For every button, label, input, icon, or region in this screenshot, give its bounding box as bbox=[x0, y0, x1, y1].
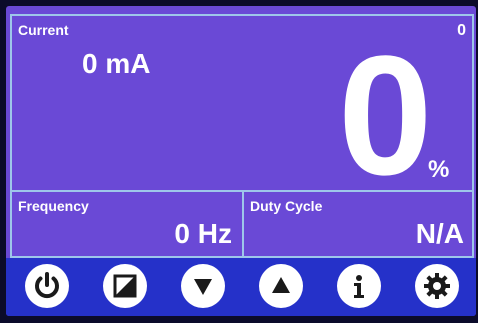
settings-button[interactable] bbox=[415, 264, 459, 308]
info-icon bbox=[354, 275, 364, 298]
gear-icon bbox=[424, 273, 450, 299]
bottom-toolbar bbox=[6, 258, 476, 316]
info-button[interactable] bbox=[337, 264, 381, 308]
decrease-button[interactable] bbox=[181, 264, 225, 308]
output-percent-value: 0 bbox=[338, 21, 433, 211]
power-icon bbox=[35, 272, 59, 299]
power-button[interactable] bbox=[25, 264, 69, 308]
duty-mode-button[interactable] bbox=[103, 264, 147, 308]
current-panel: Current 0 0 mA 0 % bbox=[10, 14, 474, 211]
duty-cycle-label: Duty Cycle bbox=[250, 198, 323, 214]
frequency-cell: Frequency 0 Hz bbox=[12, 192, 244, 256]
duty-cycle-value: N/A bbox=[415, 218, 464, 249]
device-screen: Current 0 0 mA 0 % Frequency 0 Hz Duty C… bbox=[6, 6, 476, 316]
corner-indicator: 0 bbox=[457, 22, 466, 39]
increase-button[interactable] bbox=[259, 264, 303, 308]
current-label: Current bbox=[18, 22, 69, 38]
arrow-up-icon bbox=[272, 277, 290, 293]
output-percent-unit: % bbox=[428, 156, 450, 183]
duty-cycle-cell: Duty Cycle N/A bbox=[244, 192, 474, 256]
arrow-down-icon bbox=[194, 279, 212, 295]
frequency-value: 0 Hz bbox=[174, 218, 232, 249]
measurement-row: Frequency 0 Hz Duty Cycle N/A bbox=[10, 190, 474, 258]
frequency-label: Frequency bbox=[18, 198, 89, 214]
current-value: 0 mA bbox=[82, 48, 151, 79]
square-half-icon bbox=[113, 274, 137, 298]
